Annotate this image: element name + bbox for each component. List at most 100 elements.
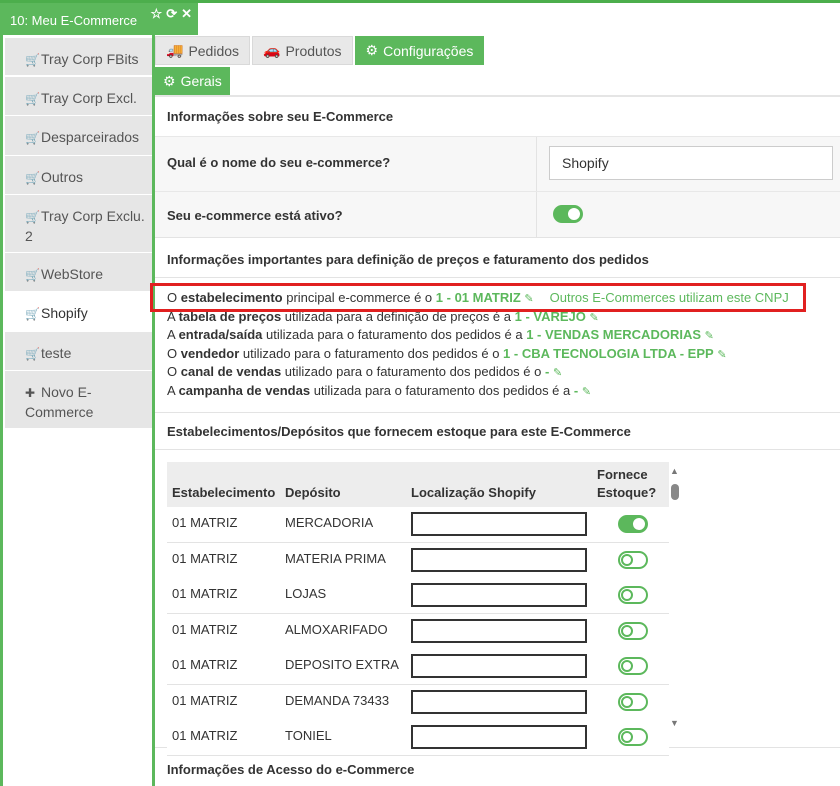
supplies-toggle[interactable] (618, 551, 648, 569)
cell-estabelecimento: 01 MATRIZ (172, 693, 238, 708)
supplies-toggle[interactable] (618, 657, 648, 675)
sidebar-item-outros[interactable]: 🛒Outros (5, 156, 155, 195)
supplies-toggle[interactable] (618, 586, 648, 604)
main-tabs: 🚚 Pedidos 🚗 Produtos ⚙ Configurações (155, 36, 486, 66)
section-title-access: Informações de Acesso do e-Commerce (167, 762, 415, 777)
table-row: 01 MATRIZ DEPOSITO EXTRA (167, 649, 669, 685)
table-row: 01 MATRIZ MATERIA PRIMA (167, 543, 669, 579)
location-input[interactable] (411, 725, 587, 749)
edit-icon[interactable]: ✎ (582, 386, 591, 398)
line-value-link[interactable]: 1 - 01 MATRIZ (436, 290, 521, 305)
sidebar: 🛒Tray Corp FBits 🛒Tray Corp Excl. 🛒Despa… (0, 35, 155, 786)
location-input[interactable] (411, 512, 587, 536)
cart-icon: 🛒 (25, 92, 40, 106)
table-row: 01 MATRIZ DEMANDA 73433 (167, 685, 669, 721)
col-estabelecimento: Estabelecimento (172, 485, 276, 500)
edit-icon[interactable]: ✎ (717, 349, 726, 361)
scroll-thumb[interactable] (671, 484, 679, 500)
location-input[interactable] (411, 654, 587, 678)
supplies-toggle[interactable] (618, 622, 648, 640)
col-deposito: Depósito (285, 485, 341, 500)
cart-icon: 🛒 (25, 53, 40, 67)
plus-icon: ✚ (25, 386, 36, 400)
line-prefix: O (167, 290, 181, 305)
name-question-label: Qual é o nome do seu e-commerce? (167, 155, 391, 170)
line-text: principal e-commerce é o (282, 290, 436, 305)
ecommerce-name-input[interactable] (549, 146, 833, 180)
gears-icon: ⚙ (365, 42, 379, 58)
close-icon[interactable]: ✕ (181, 6, 192, 22)
cell-estabelecimento: 01 MATRIZ (172, 551, 238, 566)
line-text: utilizada para o faturamento dos pedidos… (310, 383, 574, 398)
cell-deposito: ALMOXARIFADO (285, 622, 388, 637)
sidebar-item-desparceirados[interactable]: 🛒Desparceirados (5, 116, 155, 156)
window-title: 10: Meu E-Commerce (10, 12, 138, 28)
line-keyword: campanha de vendas (178, 383, 311, 398)
line-prefix: O (167, 364, 181, 379)
sidebar-item-tray-corp-excl[interactable]: 🛒Tray Corp Excl. (5, 77, 155, 116)
edit-icon[interactable]: ✎ (705, 330, 714, 342)
col-fornece: Fornece (597, 467, 648, 482)
cell-deposito: DEMANDA 73433 (285, 693, 390, 708)
sidebar-item-teste[interactable]: 🛒teste (5, 332, 155, 371)
location-input[interactable] (411, 619, 587, 643)
edit-icon[interactable]: ✎ (553, 367, 562, 379)
cell-estabelecimento: 01 MATRIZ (172, 586, 238, 601)
line-keyword: canal de vendas (180, 364, 282, 379)
location-input[interactable] (411, 548, 587, 572)
active-question-row: Seu e-commerce está ativo? (155, 191, 840, 237)
sidebar-item-tray-corp-exclu-2[interactable]: 🛒Tray Corp Exclu. 2 (5, 195, 155, 253)
gears-icon: ⚙ (163, 72, 176, 89)
sidebar-item-tray-corp-fbits[interactable]: 🛒Tray Corp FBits (5, 38, 155, 76)
car-icon: 🚗 (263, 42, 281, 58)
other-ecommerces-link[interactable]: Outros E-Commerces utilizam este CNPJ (550, 290, 789, 305)
active-toggle[interactable] (553, 205, 583, 223)
cart-icon: 🛒 (25, 171, 40, 185)
line-keyword: vendedor (180, 346, 240, 361)
sidebar-item-novo-ecommerce[interactable]: ✚ Novo E-Commerce (5, 371, 155, 429)
cart-icon: 🛒 (25, 268, 40, 282)
line-value-link[interactable]: - (574, 383, 578, 398)
location-input[interactable] (411, 583, 587, 607)
active-question-label: Seu e-commerce está ativo? (167, 208, 343, 223)
pricing-line: O canal de vendas utilizado para o fatur… (167, 364, 562, 381)
line-text: utilizado para o faturamento dos pedidos… (281, 364, 545, 379)
refresh-icon[interactable]: ⟳ (166, 6, 177, 22)
star-outline-icon[interactable]: ☆ (151, 6, 163, 22)
edit-icon[interactable]: ✎ (590, 312, 599, 324)
cell-deposito: TONIEL (285, 728, 332, 743)
line-prefix: O (167, 346, 181, 361)
line-value-link[interactable]: 1 - CBA TECNOLOGIA LTDA - EPP (503, 346, 714, 361)
line-text: utilizada para a definição de preços é a (281, 309, 515, 324)
cell-deposito: LOJAS (285, 586, 327, 601)
cart-icon: 🛒 (25, 210, 40, 224)
tab-produtos[interactable]: 🚗 Produtos (252, 36, 353, 65)
sidebar-item-webstore[interactable]: 🛒WebStore (5, 253, 155, 292)
supplies-toggle[interactable] (618, 728, 648, 746)
supplies-toggle[interactable] (618, 693, 648, 711)
line-value-link[interactable]: 1 - VENDAS MERCADORIAS (526, 327, 701, 342)
scroll-up-icon[interactable]: ▲ (670, 466, 679, 476)
sidebar-item-shopify[interactable]: 🛒Shopify (5, 292, 155, 332)
tab-gerais[interactable]: ⚙ Gerais (155, 67, 230, 95)
section-title-info: Informações sobre seu E-Commerce (167, 109, 394, 124)
line-value-link[interactable]: - (545, 364, 549, 379)
line-value-link[interactable]: 1 - VAREJO (515, 309, 586, 324)
table-row: 01 MATRIZ LOJAS (167, 578, 669, 614)
cell-deposito: MATERIA PRIMA (285, 551, 386, 566)
tab-pedidos[interactable]: 🚚 Pedidos (155, 36, 251, 65)
table-scrollbar[interactable] (669, 462, 681, 739)
pricing-line: A tabela de preços utilizada para a defi… (167, 309, 599, 326)
pricing-line: O vendedor utilizado para o faturamento … (167, 346, 727, 363)
edit-icon[interactable]: ✎ (524, 293, 533, 305)
location-input[interactable] (411, 690, 587, 714)
line-prefix: A (167, 327, 179, 342)
supplies-toggle[interactable] (618, 515, 648, 533)
section-title-stock: Estabelecimentos/Depósitos que fornecem … (167, 424, 631, 439)
col-estoque: Estoque? (597, 485, 657, 500)
tab-configuracoes[interactable]: ⚙ Configurações (354, 36, 485, 65)
scroll-down-icon[interactable]: ▼ (670, 718, 679, 728)
window-tab[interactable]: 10: Meu E-Commerce ☆ ⟳ ✕ (0, 3, 198, 35)
cell-deposito: MERCADORIA (285, 515, 374, 530)
section-title-pricing: Informações importantes para definição d… (167, 252, 649, 267)
